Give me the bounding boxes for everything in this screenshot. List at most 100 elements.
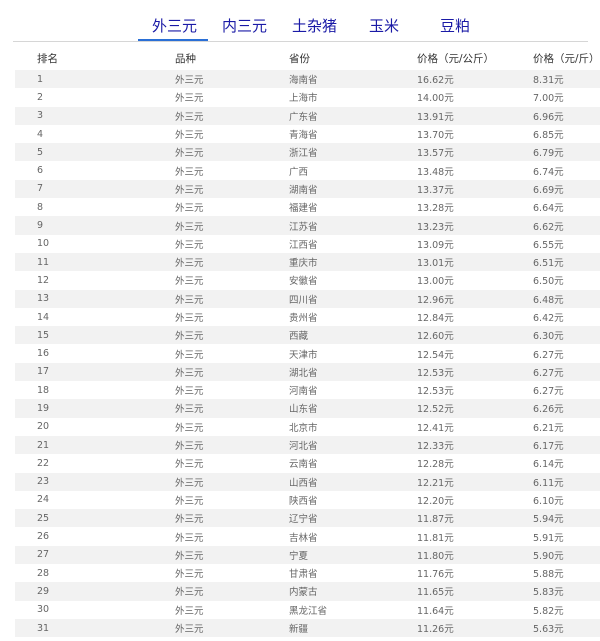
cell-price-kg: 13.00元 bbox=[417, 271, 533, 290]
cell-price-jin: 6.50元 bbox=[533, 271, 600, 290]
header-variety: 品种 bbox=[175, 52, 196, 65]
cell-variety: 外三元 bbox=[175, 88, 289, 107]
cell-price-kg: 12.96元 bbox=[417, 289, 533, 308]
cell-province: 重庆市 bbox=[289, 252, 417, 272]
cell-rank: 6 bbox=[15, 161, 175, 180]
cell-rank: 12 bbox=[15, 271, 175, 290]
cell-variety: 外三元 bbox=[175, 161, 289, 180]
cell-province: 新疆 bbox=[289, 618, 417, 638]
cell-province: 西藏 bbox=[289, 326, 417, 345]
cell-rank: 31 bbox=[15, 618, 175, 638]
table-row: 17 外三元 湖北省 12.53元 6.27元 bbox=[15, 362, 600, 382]
cell-rank: 1 bbox=[15, 70, 175, 89]
cell-variety: 外三元 bbox=[175, 472, 289, 491]
cell-price-jin: 6.27元 bbox=[533, 362, 600, 382]
cell-price-jin: 5.91元 bbox=[533, 527, 600, 546]
table-row: 1 外三元 海南省 16.62元 8.31元 bbox=[15, 70, 600, 89]
table-row: 31 外三元 新疆 11.26元 5.63元 bbox=[15, 618, 600, 638]
cell-rank: 11 bbox=[15, 252, 175, 272]
cell-province: 海南省 bbox=[289, 70, 417, 89]
cell-rank: 24 bbox=[15, 490, 175, 510]
cell-rank: 20 bbox=[15, 417, 175, 436]
cell-variety: 外三元 bbox=[175, 618, 289, 638]
cell-province: 湖南省 bbox=[289, 179, 417, 199]
cell-price-kg: 13.57元 bbox=[417, 143, 533, 162]
table-row: 30 外三元 黑龙江省 11.64元 5.82元 bbox=[15, 600, 600, 619]
cell-rank: 23 bbox=[15, 472, 175, 491]
cell-province: 广西 bbox=[289, 161, 417, 180]
cell-price-jin: 6.69元 bbox=[533, 179, 600, 199]
cell-variety: 外三元 bbox=[175, 234, 289, 253]
table-row: 7 外三元 湖南省 13.37元 6.69元 bbox=[15, 179, 600, 199]
cell-price-kg: 16.62元 bbox=[417, 70, 533, 89]
cell-price-kg: 12.53元 bbox=[417, 362, 533, 382]
cell-variety: 外三元 bbox=[175, 435, 289, 455]
cell-rank: 30 bbox=[15, 600, 175, 619]
cell-price-jin: 6.74元 bbox=[533, 161, 600, 180]
cell-price-kg: 13.91元 bbox=[417, 106, 533, 125]
cell-province: 山东省 bbox=[289, 399, 417, 418]
cell-price-kg: 13.48元 bbox=[417, 161, 533, 180]
cell-rank: 13 bbox=[15, 289, 175, 308]
cell-price-jin: 6.51元 bbox=[533, 252, 600, 272]
cell-rank: 25 bbox=[15, 509, 175, 528]
cell-province: 福建省 bbox=[289, 198, 417, 217]
cell-variety: 外三元 bbox=[175, 106, 289, 125]
table-row: 24 外三元 陕西省 12.20元 6.10元 bbox=[15, 490, 600, 510]
table-row: 14 外三元 贵州省 12.84元 6.42元 bbox=[15, 307, 600, 327]
cell-price-kg: 11.64元 bbox=[417, 600, 533, 619]
tab-yu-mi[interactable]: 玉米 bbox=[369, 16, 399, 36]
cell-price-jin: 6.21元 bbox=[533, 417, 600, 436]
cell-province: 宁夏 bbox=[289, 545, 417, 565]
cell-price-kg: 12.53元 bbox=[417, 381, 533, 400]
cell-variety: 外三元 bbox=[175, 70, 289, 89]
cell-province: 黑龙江省 bbox=[289, 600, 417, 619]
cell-variety: 外三元 bbox=[175, 381, 289, 400]
cell-variety: 外三元 bbox=[175, 564, 289, 583]
cell-rank: 22 bbox=[15, 454, 175, 473]
cell-variety: 外三元 bbox=[175, 600, 289, 619]
cell-price-jin: 6.17元 bbox=[533, 435, 600, 455]
cell-rank: 8 bbox=[15, 198, 175, 217]
cell-price-jin: 5.90元 bbox=[533, 545, 600, 565]
tab-dou-po[interactable]: 豆粕 bbox=[440, 16, 470, 36]
cell-price-kg: 11.65元 bbox=[417, 582, 533, 601]
cell-rank: 26 bbox=[15, 527, 175, 546]
cell-province: 青海省 bbox=[289, 124, 417, 144]
cell-price-kg: 13.01元 bbox=[417, 252, 533, 272]
cell-variety: 外三元 bbox=[175, 509, 289, 528]
cell-province: 广东省 bbox=[289, 106, 417, 125]
cell-price-jin: 6.26元 bbox=[533, 399, 600, 418]
cell-variety: 外三元 bbox=[175, 399, 289, 418]
cell-rank: 28 bbox=[15, 564, 175, 583]
cell-price-kg: 13.37元 bbox=[417, 179, 533, 199]
table-header-row: 排名 品种 省份 价格（元/公斤） 价格（元/斤） bbox=[15, 46, 600, 70]
cell-price-kg: 12.54元 bbox=[417, 344, 533, 363]
cell-price-kg: 12.84元 bbox=[417, 307, 533, 327]
cell-province: 吉林省 bbox=[289, 527, 417, 546]
cell-price-jin: 6.27元 bbox=[533, 344, 600, 363]
cell-province: 天津市 bbox=[289, 344, 417, 363]
cell-variety: 外三元 bbox=[175, 216, 289, 235]
cell-variety: 外三元 bbox=[175, 582, 289, 601]
cell-rank: 15 bbox=[15, 326, 175, 345]
cell-price-jin: 8.31元 bbox=[533, 70, 600, 89]
header-price-kg: 价格（元/公斤） bbox=[417, 52, 495, 65]
cell-price-jin: 6.11元 bbox=[533, 472, 600, 491]
tab-tu-za-zhu[interactable]: 土杂猪 bbox=[292, 16, 337, 36]
cell-price-jin: 6.64元 bbox=[533, 198, 600, 217]
table-row: 22 外三元 云南省 12.28元 6.14元 bbox=[15, 454, 600, 473]
cell-variety: 外三元 bbox=[175, 307, 289, 327]
cell-variety: 外三元 bbox=[175, 179, 289, 199]
cell-variety: 外三元 bbox=[175, 344, 289, 363]
cell-province: 贵州省 bbox=[289, 307, 417, 327]
cell-variety: 外三元 bbox=[175, 527, 289, 546]
tab-wai-san-yuan[interactable]: 外三元 bbox=[152, 16, 197, 36]
cell-price-jin: 6.10元 bbox=[533, 490, 600, 510]
table-row: 28 外三元 甘肃省 11.76元 5.88元 bbox=[15, 564, 600, 583]
cell-price-jin: 6.85元 bbox=[533, 124, 600, 144]
tab-nei-san-yuan[interactable]: 内三元 bbox=[222, 16, 267, 36]
table-row: 27 外三元 宁夏 11.80元 5.90元 bbox=[15, 545, 600, 565]
cell-rank: 4 bbox=[15, 124, 175, 144]
cell-price-jin: 6.42元 bbox=[533, 307, 600, 327]
